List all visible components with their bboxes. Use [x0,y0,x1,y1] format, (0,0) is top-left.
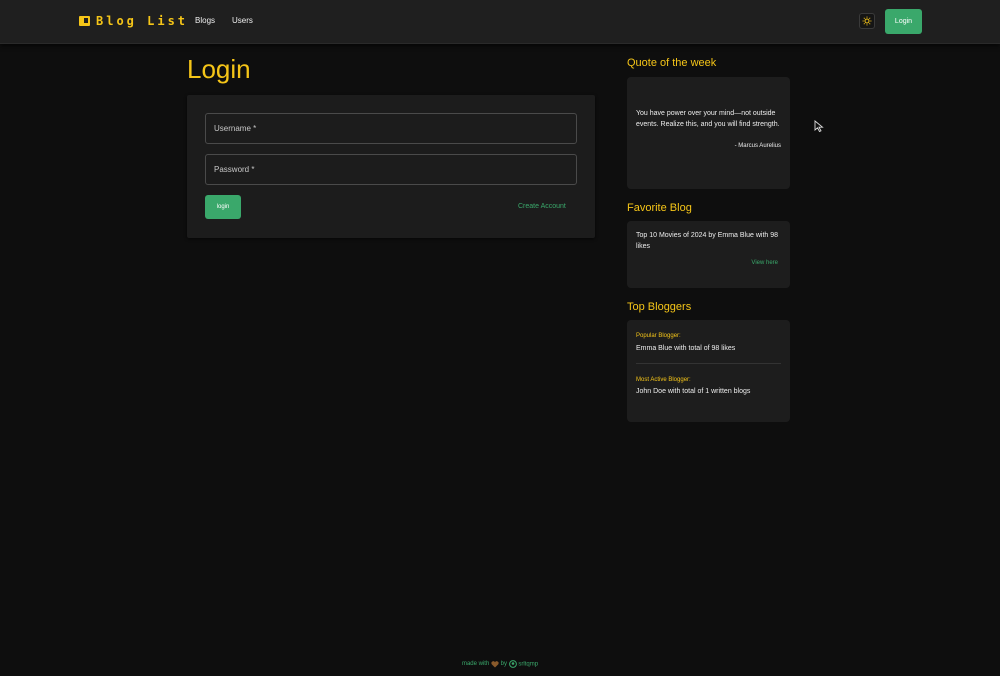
book-icon [79,16,90,26]
heart-icon [491,660,499,667]
popular-blogger-value: Emma Blue with total of 98 likes [636,345,736,352]
username-field[interactable]: Username * [205,113,577,144]
navbar: Blog List Blogs Users Login [0,0,1000,44]
footer-author-link[interactable]: srltqmp [508,660,539,668]
favorite-blog-heading: Favorite Blog [627,202,692,214]
brand-link[interactable]: Blog List [79,13,188,29]
quote-heading: Quote of the week [627,57,717,69]
favorite-blog-card: Top 10 Movies of 2024 by Emma Blue with … [627,221,790,288]
footer-made-with: made with [461,661,490,667]
active-blogger-label: Most Active Blogger: [636,377,691,383]
login-submit-button[interactable]: login [205,195,241,219]
footer-author: srltqmp [518,661,539,667]
nav-link-blogs[interactable]: Blogs [195,16,215,25]
github-icon [508,660,517,668]
brand-title: Blog List [96,14,189,28]
active-blogger-value: John Doe with total of 1 written blogs [636,388,751,395]
divider [636,363,781,364]
theme-toggle-button[interactable] [859,13,875,29]
quote-author: - Marcus Aurelius [734,143,781,149]
popular-blogger-label: Popular Blogger: [636,333,681,339]
password-field[interactable]: Password * [205,154,577,185]
nav-link-users[interactable]: Users [232,16,253,25]
footer: made with by srltqmp [0,660,1000,668]
top-bloggers-heading: Top Bloggers [627,301,692,313]
footer-by: by [500,661,508,667]
favorite-blog-text: Top 10 Movies of 2024 by Emma Blue with … [636,232,779,250]
page-title: Login [187,54,251,84]
login-form: Username * Password * login Create Accou… [187,95,595,238]
create-account-link[interactable]: Create Account [518,203,566,210]
sun-icon [862,16,872,26]
quote-text: You have power over your mind—not outsid… [636,110,780,128]
navbar-login-button[interactable]: Login [885,9,922,34]
top-bloggers-card: Popular Blogger: Emma Blue with total of… [627,320,790,422]
username-label: Username * [214,124,257,133]
view-blog-link[interactable]: View here [751,260,778,266]
password-label: Password * [214,165,255,174]
quote-card: You have power over your mind—not outsid… [627,77,790,189]
mouse-cursor-icon [814,120,824,133]
